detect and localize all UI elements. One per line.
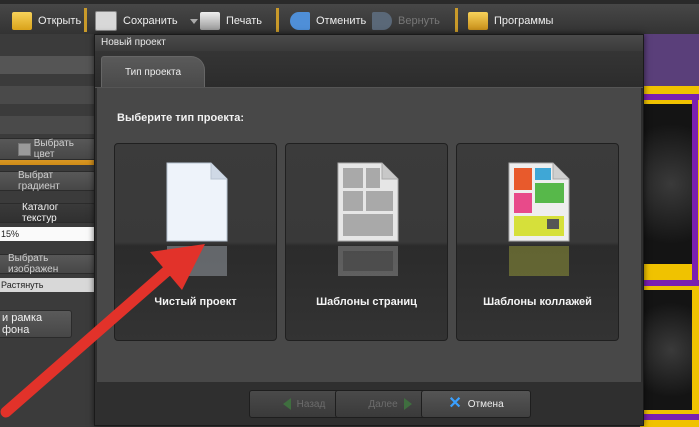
print-button[interactable]: Печать [200,10,262,32]
save-button[interactable]: Сохранить [95,10,198,32]
redo-label: Вернуть [398,15,440,27]
option-page-templates[interactable]: Шаблоны страниц [285,143,448,341]
floppy-icon [95,11,117,31]
choose-image-button[interactable]: Выбрать изображен [0,253,96,275]
canvas-frame-border [640,280,699,286]
undo-label: Отменить [316,15,367,27]
arrow-left-icon [282,398,291,410]
page-template-icon [337,162,399,242]
open-button[interactable]: Открыть [12,10,81,32]
dialog-heading: Выберите тип проекта: [117,112,245,124]
save-label: Сохранить [123,15,178,27]
dialog-body: Выберите тип проекта: Чистый проект Шабл… [97,88,641,382]
canvas-preview [640,34,699,427]
collage-template-icon [508,162,570,242]
blank-page-reflection [167,246,227,276]
box-icon [468,12,488,30]
choose-image-label: Выбрать изображен [8,253,59,275]
option-blank-project[interactable]: Чистый проект [114,143,277,341]
blank-page-icon [166,162,228,242]
stretch-select[interactable]: Растянуть [0,278,99,292]
option-label: Шаблоны страниц [316,296,417,308]
close-icon: ✕ [448,395,462,412]
chevron-down-icon[interactable] [189,18,198,24]
panel-strip [0,116,100,134]
background-frame-button[interactable]: и рамка фона [0,310,72,338]
undo-button[interactable]: Отменить [290,10,366,32]
next-label: Далее [368,398,398,410]
option-label: Шаблоны коллажей [483,296,592,308]
choose-color-button[interactable]: Выбрать цвет [0,138,97,160]
panel-strip [0,56,100,74]
texture-catalog-button[interactable]: Каталог текстур [0,202,96,224]
new-project-dialog: Новый проект Тип проекта Выберите тип пр… [94,34,644,426]
choose-gradient-button[interactable]: Выбрат градиент [0,170,96,192]
canvas-frame-border [640,94,699,100]
choose-color-label: Выбрать цвет [33,138,75,160]
canvas-photo [640,290,692,410]
texture-catalog-label: Каталог текстур [22,202,59,224]
redo-button[interactable]: Вернуть [372,10,440,32]
toolbar-separator [84,8,87,32]
toolbar-separator [455,8,458,32]
background-frame-label: и рамка фона [2,312,43,336]
cancel-button[interactable]: ✕ Отмена [421,390,531,418]
panel-strip [0,86,100,104]
dialog-tabbar: Тип проекта [95,51,643,88]
color-swatch-icon [18,142,31,156]
programs-button[interactable]: Программы [468,10,553,32]
programs-label: Программы [494,15,554,27]
dialog-footer: Назад Далее ✕ Отмена [95,382,643,425]
print-label: Печать [226,15,263,27]
percent-field[interactable]: 15% [0,227,99,241]
open-label: Открыть [38,15,82,27]
toolbar-separator [276,8,279,32]
arrow-right-icon [403,398,412,410]
canvas-frame-border [692,100,698,280]
choose-gradient-label: Выбрат градиент [18,170,60,192]
option-collage-templates[interactable]: Шаблоны коллажей [456,143,619,341]
printer-icon [200,12,220,30]
folder-icon [12,12,32,30]
collage-template-reflection [509,246,569,276]
cancel-label: Отмена [467,398,504,410]
redo-icon [372,12,392,30]
menu-bar [0,0,699,4]
main-toolbar: Открыть Сохранить Печать Отменить Вернут… [0,0,699,35]
tab-project-type[interactable]: Тип проекта [101,56,205,87]
left-panel: Выбрать цвет Выбрат градиент Каталог тек… [0,34,100,427]
undo-icon [290,12,310,30]
option-label: Чистый проект [154,296,237,308]
page-template-reflection [338,246,398,276]
dialog-title: Новый проект [95,35,643,51]
canvas-photo [640,104,692,264]
canvas-frame-border [640,414,699,420]
back-label: Назад [296,398,326,410]
